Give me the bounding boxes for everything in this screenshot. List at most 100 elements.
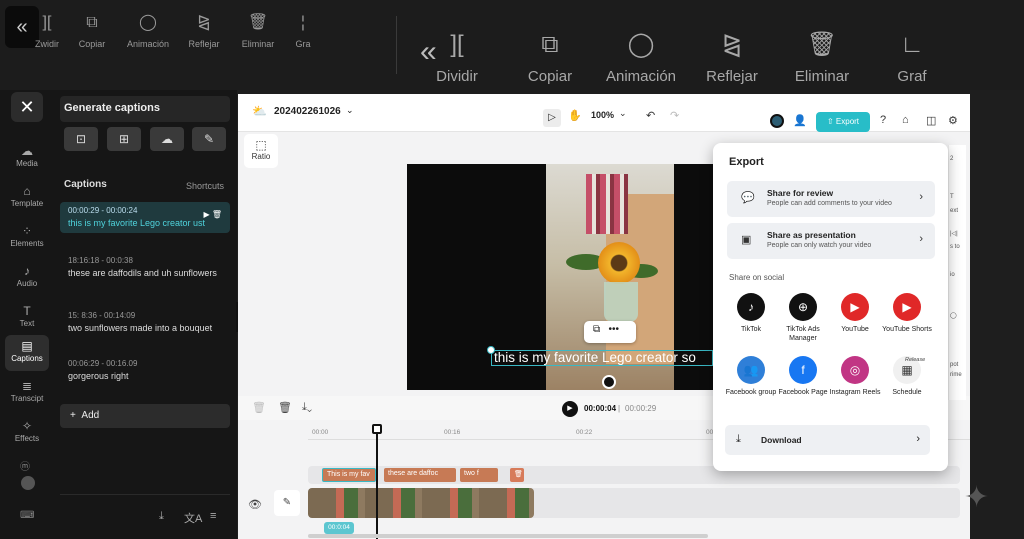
caption-text[interactable]: these are daffodils and uh sunflowers (68, 268, 222, 279)
capcut-logo-icon[interactable]: ✕ (11, 92, 43, 122)
social-label: Facebook group (725, 389, 777, 396)
chevron-down-icon[interactable]: ⌄ (346, 105, 354, 116)
social-tiktok-ads-manager[interactable]: ⊕ TikTok Ads Manager (775, 293, 831, 343)
rotate-handle[interactable] (602, 375, 616, 389)
video-clip[interactable] (308, 488, 534, 518)
caption-item[interactable]: 18:16:18 - 00:0:38 these are daffodils an… (60, 252, 230, 283)
share-for-review-button[interactable]: 💬 Share for review People can add commen… (727, 181, 935, 217)
translate-icon[interactable]: 文A (184, 510, 202, 526)
right-rail-item[interactable]: io (950, 272, 955, 278)
caption-text[interactable]: gorgerous right (68, 371, 222, 382)
caption-time: 00:06:29 - 00:16.09 (68, 359, 138, 368)
zoom-level[interactable]: 100% (591, 110, 614, 120)
user-icon[interactable]: 👤 (793, 114, 807, 127)
avatar[interactable] (770, 114, 784, 128)
align-icon[interactable]: ≡ (210, 510, 216, 522)
clip-delete-icon[interactable]: 🗑 (510, 468, 524, 482)
sidebar-item-label: Media (16, 159, 38, 168)
sidebar-item-text[interactable]: T Text (5, 300, 49, 336)
sidebar-item-audio[interactable]: ♪ Audio (5, 260, 49, 296)
briefcase-icon[interactable]: ⌂ (902, 114, 909, 126)
sidebar-item-label: Audio (16, 279, 38, 288)
right-rail-item[interactable]: ext (950, 208, 958, 214)
right-rail-item[interactable]: rime (950, 372, 962, 378)
captions-icon: ▤ (21, 339, 33, 353)
download-button[interactable]: ⤓ Download › (725, 425, 930, 455)
ratio-button[interactable]: ⬚ Ratio (244, 134, 278, 168)
social-label: TikTok (741, 326, 761, 333)
chevron-right-icon: › (919, 191, 923, 203)
delete-icon[interactable]: 🗑 (278, 401, 292, 414)
right-rail-item[interactable]: 2 (950, 156, 953, 162)
right-rail-item[interactable]: T (950, 194, 954, 200)
audio-wave-icon[interactable]: ⓜ (20, 458, 30, 473)
duplicate-icon[interactable]: ⧉ (593, 324, 600, 335)
social-instagram-reels[interactable]: ◎ Instagram Reels (827, 356, 883, 397)
export-button[interactable]: ⇧ Export (816, 112, 870, 132)
sidebar-item-media[interactable]: ☁ Media (5, 140, 49, 176)
caption-clip[interactable]: these are daffoc (384, 468, 456, 482)
help-icon[interactable]: ? (880, 114, 886, 126)
ruler-tick: 00:00 (312, 429, 329, 436)
tool-graf[interactable]: ∟ Graf (857, 30, 967, 85)
right-rail-item[interactable]: ◯ (950, 312, 957, 319)
select-tool-icon[interactable]: ▷ (543, 109, 561, 127)
share-as-presentation-button[interactable]: ▣ Share as presentation People can only … (727, 223, 935, 259)
resize-handle[interactable] (487, 346, 495, 354)
layout-icon[interactable]: ◫ (926, 114, 936, 127)
play-button[interactable]: ▶ (562, 401, 578, 417)
caption-text[interactable]: this is my favorite Lego creator ust (68, 218, 222, 229)
sync-caption-icon[interactable]: ☁ (150, 127, 184, 151)
right-rail-item[interactable]: |◁| (950, 230, 958, 237)
record-caption-icon[interactable]: ⊡ (64, 127, 98, 151)
playhead[interactable] (376, 427, 378, 539)
caption-clip[interactable]: This is my fav (322, 468, 376, 482)
right-rail-item[interactable]: s to (950, 244, 960, 250)
avatar[interactable] (21, 476, 35, 490)
tool-gra[interactable]: ¦ Gra (273, 13, 333, 49)
caption-item[interactable]: 00:06:29 - 00:16.09 gorgerous right (60, 355, 230, 386)
generate-captions-header[interactable]: Generate captions (60, 96, 230, 122)
sidebar-item-template[interactable]: ⌂ Template (5, 180, 49, 216)
sidebar-item-transcipt[interactable]: ≣ Transcipt (5, 375, 49, 411)
caption-item[interactable]: 15: 8:36 - 00:14:09 two sunflowers made i… (60, 307, 230, 338)
social-label: Instagram Reels (829, 389, 881, 396)
caption-clip[interactable]: two f (460, 468, 498, 482)
hand-tool-icon[interactable]: ✋ (568, 109, 582, 122)
magic-caption-icon[interactable]: ✎ (192, 127, 226, 151)
undo-icon[interactable]: ↶ (646, 109, 655, 122)
social-youtube[interactable]: ▶ YouTube (827, 293, 883, 334)
playhead-handle[interactable] (372, 424, 382, 434)
add-caption-icon[interactable]: ⊞ (107, 127, 141, 151)
redo-icon[interactable]: ↷ (670, 109, 679, 122)
social-facebook-page[interactable]: f Facebook Page (775, 356, 831, 397)
eye-icon[interactable]: 👁 (248, 498, 262, 511)
sidebar-item-elements[interactable]: ⁘ Elements (5, 220, 49, 256)
timeline-scrollbar[interactable] (308, 534, 708, 538)
caption-item[interactable]: 00:00:29 - 00:00:24 this is my favorite L… (60, 202, 230, 233)
settings-icon[interactable]: ⚙ (948, 114, 958, 127)
tool-copiar[interactable]: ⧉ Copiar (62, 13, 122, 49)
right-rail-item[interactable]: pot (950, 362, 958, 368)
trash-icon[interactable]: 🗑 (252, 401, 266, 414)
social-youtube-shorts[interactable]: ▶ YouTube Shorts (879, 293, 935, 334)
social-facebook-group[interactable]: 👥 Facebook group (723, 356, 779, 397)
sidebar-item-label: Effects (14, 434, 40, 443)
sidebar-item-effects[interactable]: ✧ Effects (5, 415, 49, 451)
more-icon[interactable]: ••• (608, 324, 619, 335)
social-tiktok[interactable]: ♪ TikTok (723, 293, 779, 334)
keyboard-icon[interactable]: ⌨ (20, 510, 34, 521)
download-icon[interactable]: ⤓ (159, 510, 164, 523)
project-name[interactable]: 202402261026 (274, 106, 341, 117)
add-caption-button[interactable]: + Add (60, 404, 230, 428)
shortcuts-link[interactable]: Shortcuts (186, 181, 224, 191)
sidebar-item-captions[interactable]: ▤ Captions (5, 335, 49, 371)
caption-controls[interactable]: ▶ 🗑 (203, 210, 222, 219)
tool-animación[interactable]: ◯ Animación (118, 13, 178, 49)
caption-text[interactable]: two sunflowers made into a bouquet (68, 323, 222, 334)
download-icon[interactable]: ⤓⌄ (302, 401, 312, 414)
tool-reflejar[interactable]: ⧎ Reflejar (174, 13, 234, 49)
zoom-chevron-icon[interactable]: ⌄ (619, 108, 627, 119)
caption-overlay[interactable]: this is my favorite Lego creator so (491, 350, 713, 366)
edit-track-icon[interactable]: ✎ (274, 490, 300, 516)
